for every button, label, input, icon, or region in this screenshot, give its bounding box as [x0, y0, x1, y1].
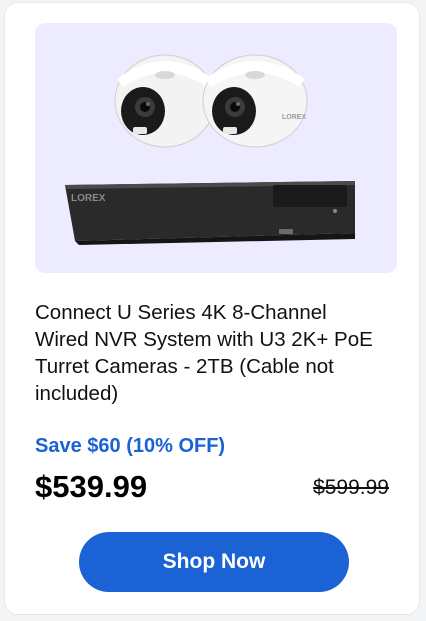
shop-now-button[interactable]: Shop Now [79, 532, 349, 592]
discount-label: Save $60 (10% OFF) [35, 435, 226, 457]
turret-camera-right: LOREX [202, 54, 308, 148]
original-price: $599.99 [313, 476, 389, 499]
product-image[interactable]: LOREX LOREX [35, 23, 397, 273]
turret-camera-left [114, 54, 216, 148]
nvr-camera-illustration: LOREX LOREX [65, 54, 355, 245]
nvr-logo: LOREX [71, 193, 106, 204]
sale-price: $539.99 [35, 469, 148, 504]
camera-logo: LOREX [282, 114, 306, 121]
product-card[interactable]: LOREX LOREX Connect U Series 4K 8-Channe… [4, 2, 420, 615]
product-title[interactable]: Connect U Series 4K 8-Channel Wired NVR … [35, 299, 385, 407]
nvr-recorder: LOREX [65, 181, 355, 245]
